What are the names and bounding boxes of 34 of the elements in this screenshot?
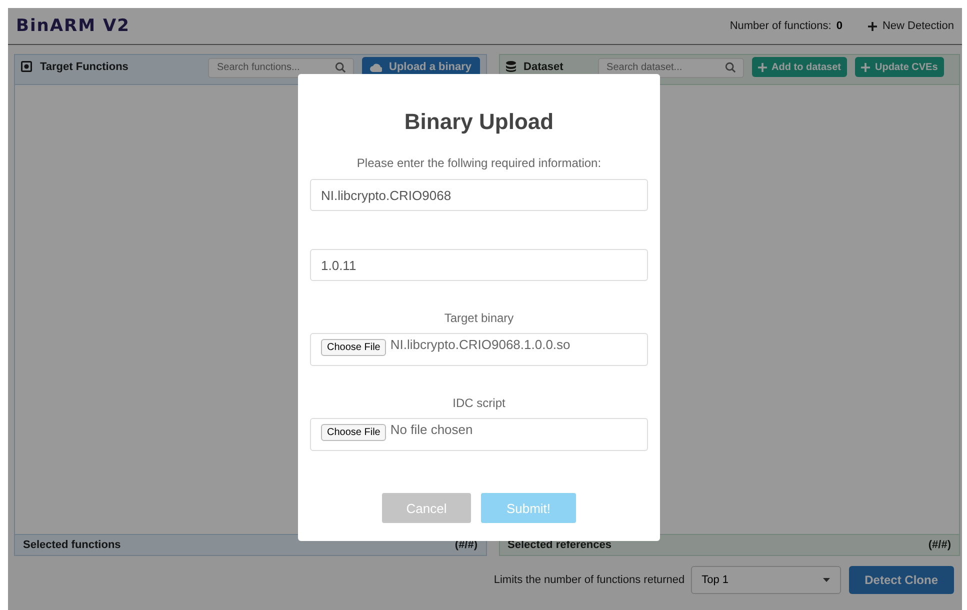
choose-file-button[interactable]: Choose File [321, 424, 386, 441]
footer-label: Selected references [508, 539, 612, 551]
text-field[interactable]: 1.0.11 [310, 249, 648, 281]
radio-square-icon [21, 61, 32, 72]
count-value: 0 [836, 20, 842, 32]
database-icon [506, 61, 516, 72]
caret-icon [822, 578, 830, 582]
file-field[interactable]: Choose File NI.libcrypto.CRIO9068.1.0.0.so [310, 333, 648, 366]
panel-title: Dataset [524, 60, 564, 75]
search-icon [724, 62, 736, 73]
footer-label: Selected functions [23, 539, 121, 551]
file-field[interactable]: Choose File No file chosen [310, 418, 648, 451]
search-icon [335, 62, 346, 73]
plus-icon [758, 62, 767, 72]
search-field[interactable]: Search functions... [208, 58, 354, 78]
limit-label: Limits the number of functions returned [494, 574, 685, 586]
text-field[interactable]: NI.libcrypto.CRIO9068 [310, 179, 648, 211]
limit-dropdown[interactable]: Top 1 [690, 566, 841, 594]
file-name: No file chosen [390, 422, 473, 437]
logo: BinARM V2 [16, 16, 130, 36]
dialog-title: Binary Upload [404, 109, 554, 135]
new-detection-button[interactable]: New Detection [868, 20, 954, 32]
file-name: NI.libcrypto.CRIO9068.1.0.0.so [390, 337, 570, 352]
count-label: Number of functions: [730, 20, 832, 32]
field-label: IDC script [452, 396, 506, 410]
footer-count: (#/#) [928, 539, 951, 551]
panel-title: Target Functions [40, 60, 130, 75]
plus-icon [868, 22, 878, 30]
field-label: Target binary [444, 311, 514, 325]
search-field[interactable]: Search dataset... [598, 58, 744, 78]
dialog-prompt: Please enter the follwing required information: [356, 156, 602, 170]
plus-icon [860, 62, 870, 72]
cloud-icon [370, 62, 382, 72]
choose-file-button[interactable]: Choose File [321, 339, 386, 356]
